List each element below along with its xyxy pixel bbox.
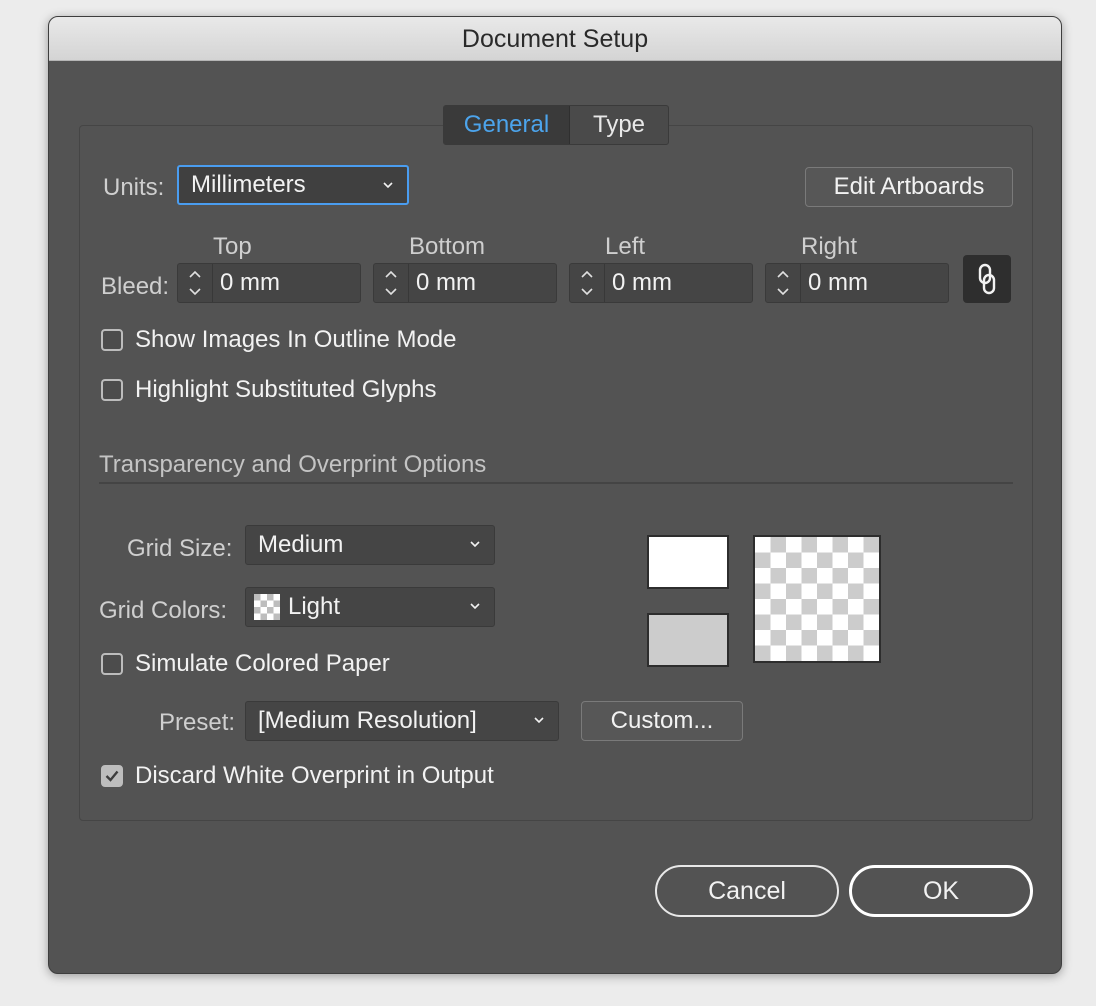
edit-artboards-button[interactable]: Edit Artboards xyxy=(805,167,1013,207)
window-title: Document Setup xyxy=(49,17,1061,61)
section-divider xyxy=(99,482,1013,484)
grid-colors-label: Grid Colors: xyxy=(99,597,228,624)
link-chain-icon xyxy=(978,263,996,295)
stepper-arrows-icon[interactable] xyxy=(178,264,213,302)
link-bleed-button[interactable] xyxy=(963,255,1011,303)
bleed-top-field[interactable]: 0 mm xyxy=(177,263,361,303)
chevron-down-icon xyxy=(383,182,393,189)
grid-size-label: Grid Size: xyxy=(127,535,233,562)
units-value: Millimeters xyxy=(191,171,306,198)
stepper-arrows-icon[interactable] xyxy=(766,264,801,302)
chevron-down-icon xyxy=(534,717,544,724)
custom-button[interactable]: Custom... xyxy=(581,701,743,741)
units-label: Units: xyxy=(103,174,165,201)
bleed-right-value: 0 mm xyxy=(808,269,868,296)
preset-dropdown[interactable]: [Medium Resolution] xyxy=(245,701,559,741)
grid-size-value: Medium xyxy=(258,531,344,558)
cancel-button[interactable]: Cancel xyxy=(655,865,839,917)
stepper-arrows-icon[interactable] xyxy=(374,264,409,302)
preset-value: [Medium Resolution] xyxy=(258,707,477,734)
document-setup-dialog: Document Setup General Type Units: Milli… xyxy=(48,16,1062,974)
tab-type[interactable]: Type xyxy=(570,106,668,144)
highlight-glyphs-checkbox[interactable] xyxy=(101,379,123,401)
outline-mode-checkbox[interactable] xyxy=(101,329,123,351)
transparency-heading: Transparency and Overprint Options xyxy=(99,451,487,478)
bleed-top-label: Top xyxy=(213,233,252,260)
bleed-bottom-label: Bottom xyxy=(409,233,486,260)
grid-colors-dropdown[interactable]: Light xyxy=(245,587,495,627)
bleed-top-value: 0 mm xyxy=(220,269,280,296)
stepper-arrows-icon[interactable] xyxy=(570,264,605,302)
checker-swatch-icon xyxy=(254,594,280,620)
grid-colors-value: Light xyxy=(288,593,341,620)
checkmark-icon xyxy=(105,770,119,782)
paper-color-swatch[interactable] xyxy=(647,535,729,589)
bleed-right-field[interactable]: 0 mm xyxy=(765,263,949,303)
discard-white-label: Discard White Overprint in Output xyxy=(135,762,494,789)
ok-button[interactable]: OK xyxy=(849,865,1033,917)
bleed-left-field[interactable]: 0 mm xyxy=(569,263,753,303)
bleed-label: Bleed: xyxy=(101,273,170,300)
tab-general[interactable]: General xyxy=(444,106,570,144)
simulate-paper-checkbox[interactable] xyxy=(101,653,123,675)
chevron-down-icon xyxy=(470,541,480,548)
preset-label: Preset: xyxy=(159,709,236,736)
bleed-bottom-value: 0 mm xyxy=(416,269,476,296)
bleed-bottom-field[interactable]: 0 mm xyxy=(373,263,557,303)
discard-white-checkbox[interactable] xyxy=(101,765,123,787)
units-dropdown[interactable]: Millimeters xyxy=(177,165,409,205)
bleed-left-label: Left xyxy=(605,233,646,260)
bleed-right-label: Right xyxy=(801,233,858,260)
chevron-down-icon xyxy=(470,603,480,610)
grid-preview xyxy=(753,535,881,663)
grid-color-swatch[interactable] xyxy=(647,613,729,667)
outline-mode-label: Show Images In Outline Mode xyxy=(135,326,457,353)
bleed-left-value: 0 mm xyxy=(612,269,672,296)
tab-bar: General Type xyxy=(443,105,669,145)
checkerboard-preview xyxy=(755,537,879,661)
grid-size-dropdown[interactable]: Medium xyxy=(245,525,495,565)
highlight-glyphs-label: Highlight Substituted Glyphs xyxy=(135,376,437,403)
simulate-paper-label: Simulate Colored Paper xyxy=(135,650,390,677)
